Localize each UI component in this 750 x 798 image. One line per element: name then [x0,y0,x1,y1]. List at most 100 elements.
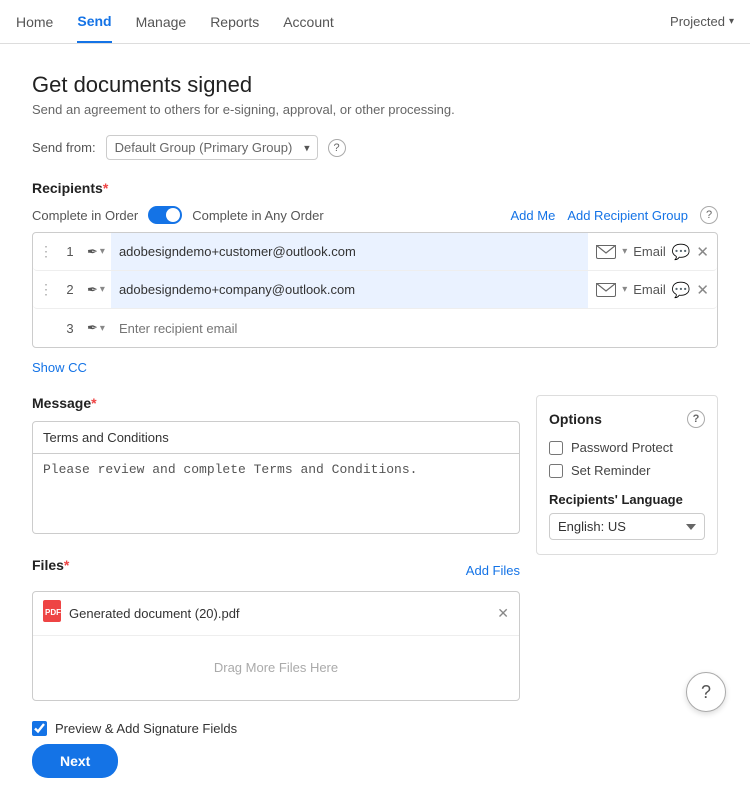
message-title-input[interactable] [32,421,520,454]
lang-select[interactable]: English: US French German Spanish Japane… [549,513,705,540]
email-icon-2 [596,283,616,297]
user-dropdown-arrow: ▾ [729,16,734,27]
remove-recipient-1[interactable]: ✕ [696,243,709,261]
recipients-header: Complete in Order Complete in Any Order … [32,206,718,224]
main-content: Get documents signed Send an agreement t… [0,44,750,798]
form-columns: Message* Files* Add Files [32,395,718,701]
nav-home[interactable]: Home [16,2,53,42]
page-title: Get documents signed [32,72,718,98]
row-role-btn-2[interactable]: ✒ ▾ [81,282,111,298]
row-role-btn-1[interactable]: ✒ ▾ [81,244,111,260]
row-num-1: 1 [59,244,81,259]
recipients-help-icon[interactable]: ? [700,206,718,224]
recipient-email-3[interactable] [111,309,717,347]
recipient-row-3: ⋮ 3 ✒ ▾ [33,309,717,347]
message-section: Message* [32,395,520,537]
pen-icon-1: ✒ [87,244,98,260]
drag-zone[interactable]: Drag More Files Here [33,636,519,699]
preview-row: Preview & Add Signature Fields [32,721,718,736]
nav-manage[interactable]: Manage [136,2,187,42]
nav-links: Home Send Manage Reports Account [16,1,334,43]
row-right-1: ▾ Email 💬 ✕ [588,243,717,261]
comment-icon-1[interactable]: 💬 [672,243,691,261]
recipients-header-right: Add Me Add Recipient Group ? [511,206,719,224]
recipient-row-2: ⋮ 2 ✒ ▾ ▾ Email 💬 [33,271,717,309]
nav-account[interactable]: Account [283,2,334,42]
drag-handle-1[interactable]: ⋮ [33,243,59,260]
help-fab-button[interactable]: ? [686,672,726,712]
row-num-3: 3 [59,321,81,336]
options-panel: Options ? Password Protect Set Reminder … [536,395,718,555]
options-title: Options ? [549,410,705,428]
lang-label: Recipients' Language [549,492,705,507]
remove-file-button[interactable]: ✕ [497,605,509,622]
add-recipient-group-button[interactable]: Add Recipient Group [567,208,688,223]
file-name: Generated document (20).pdf [69,606,497,621]
role-chevron-2: ▾ [100,284,105,295]
send-from-wrapper: Default Group (Primary Group) [106,135,318,160]
drag-handle-2[interactable]: ⋮ [33,281,59,298]
send-from-select[interactable]: Default Group (Primary Group) [106,135,318,160]
next-button[interactable]: Next [32,744,118,778]
row-role-btn-3[interactable]: ✒ ▾ [81,320,111,336]
page-subtitle: Send an agreement to others for e-signin… [32,102,718,117]
options-help-icon[interactable]: ? [687,410,705,428]
form-left: Message* Files* Add Files [32,395,520,701]
email-type-chevron-1[interactable]: ▾ [622,246,627,257]
pen-icon-2: ✒ [87,282,98,298]
complete-in-order-label: Complete in Order [32,208,138,223]
complete-any-order-label: Complete in Any Order [192,208,324,223]
files-label: Files* [32,557,69,573]
recipient-row-1: ⋮ 1 ✒ ▾ ▾ Email 💬 [33,233,717,271]
add-me-button[interactable]: Add Me [511,208,556,223]
comment-icon-2[interactable]: 💬 [672,281,691,299]
recipients-label: Recipients* [32,180,718,196]
password-protect-label: Password Protect [571,440,673,455]
preview-checkbox-label[interactable]: Preview & Add Signature Fields [32,721,237,736]
form-right: Options ? Password Protect Set Reminder … [536,395,718,701]
password-protect-row: Password Protect [549,440,705,455]
recipient-email-1[interactable] [111,233,588,270]
add-files-button[interactable]: Add Files [466,563,520,578]
email-type-label-2: Email [633,282,666,297]
recipients-header-left: Complete in Order Complete in Any Order [32,206,324,224]
send-from-row: Send from: Default Group (Primary Group)… [32,135,718,160]
files-header: Files* Add Files [32,557,520,583]
nav-reports[interactable]: Reports [210,2,259,42]
email-icon-1 [596,245,616,259]
pdf-icon: PDF [43,600,61,627]
send-from-label: Send from: [32,140,96,155]
role-chevron-3: ▾ [100,323,105,334]
nav-send[interactable]: Send [77,1,111,43]
role-chevron-1: ▾ [100,246,105,257]
set-reminder-label: Set Reminder [571,463,650,478]
svg-text:PDF: PDF [45,608,61,617]
user-menu[interactable]: Projected ▾ [670,14,734,29]
row-right-2: ▾ Email 💬 ✕ [588,281,717,299]
set-reminder-checkbox[interactable] [549,464,563,478]
footer-section: Preview & Add Signature Fields Next [32,721,718,778]
message-body-input[interactable] [32,454,520,534]
files-section: Files* Add Files PDF Generated document … [32,557,520,701]
top-navigation: Home Send Manage Reports Account Project… [0,0,750,44]
send-from-help-icon[interactable]: ? [328,139,346,157]
user-label: Projected [670,14,725,29]
row-num-2: 2 [59,282,81,297]
email-type-label-1: Email [633,244,666,259]
file-item: PDF Generated document (20).pdf ✕ [33,592,519,636]
remove-recipient-2[interactable]: ✕ [696,281,709,299]
message-section-label: Message* [32,395,520,411]
recipients-list: ⋮ 1 ✒ ▾ ▾ Email 💬 [32,232,718,348]
pen-icon-3: ✒ [87,320,98,336]
complete-in-order-toggle[interactable] [148,206,182,224]
files-box: PDF Generated document (20).pdf ✕ Drag M… [32,591,520,701]
preview-checkbox[interactable] [32,721,47,736]
email-type-chevron-2[interactable]: ▾ [622,284,627,295]
show-cc-link[interactable]: Show CC [32,360,87,375]
options-label: Options [549,411,602,427]
password-protect-checkbox[interactable] [549,441,563,455]
set-reminder-row: Set Reminder [549,463,705,478]
preview-label: Preview & Add Signature Fields [55,721,237,736]
recipients-section: Recipients* Complete in Order Complete i… [32,180,718,375]
recipient-email-2[interactable] [111,271,588,308]
